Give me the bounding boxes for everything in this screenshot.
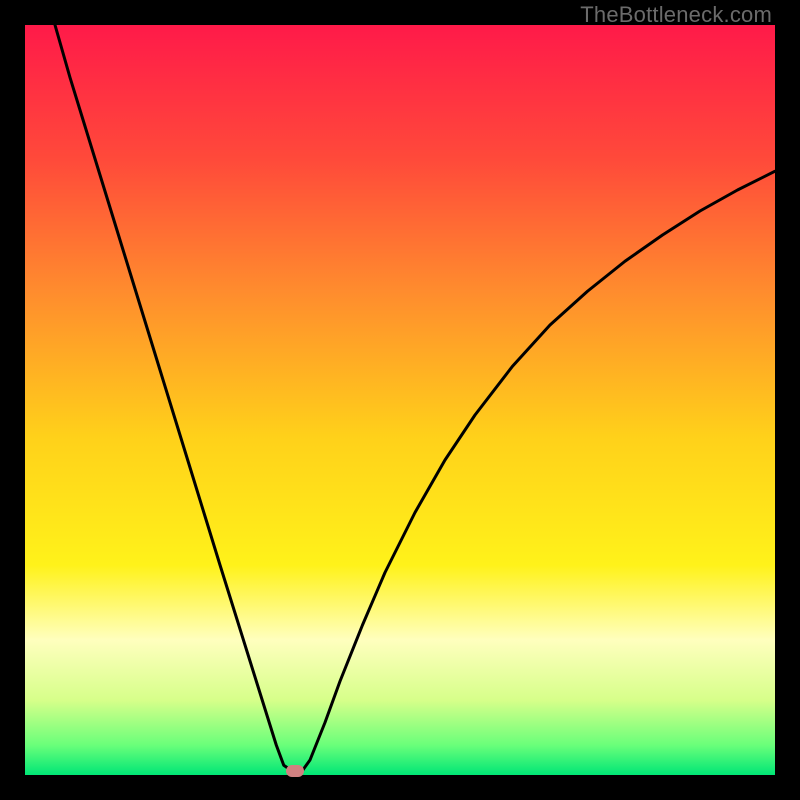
bottleneck-curve [25, 25, 775, 775]
optimal-point-marker [286, 765, 304, 777]
plot-frame [25, 25, 775, 775]
